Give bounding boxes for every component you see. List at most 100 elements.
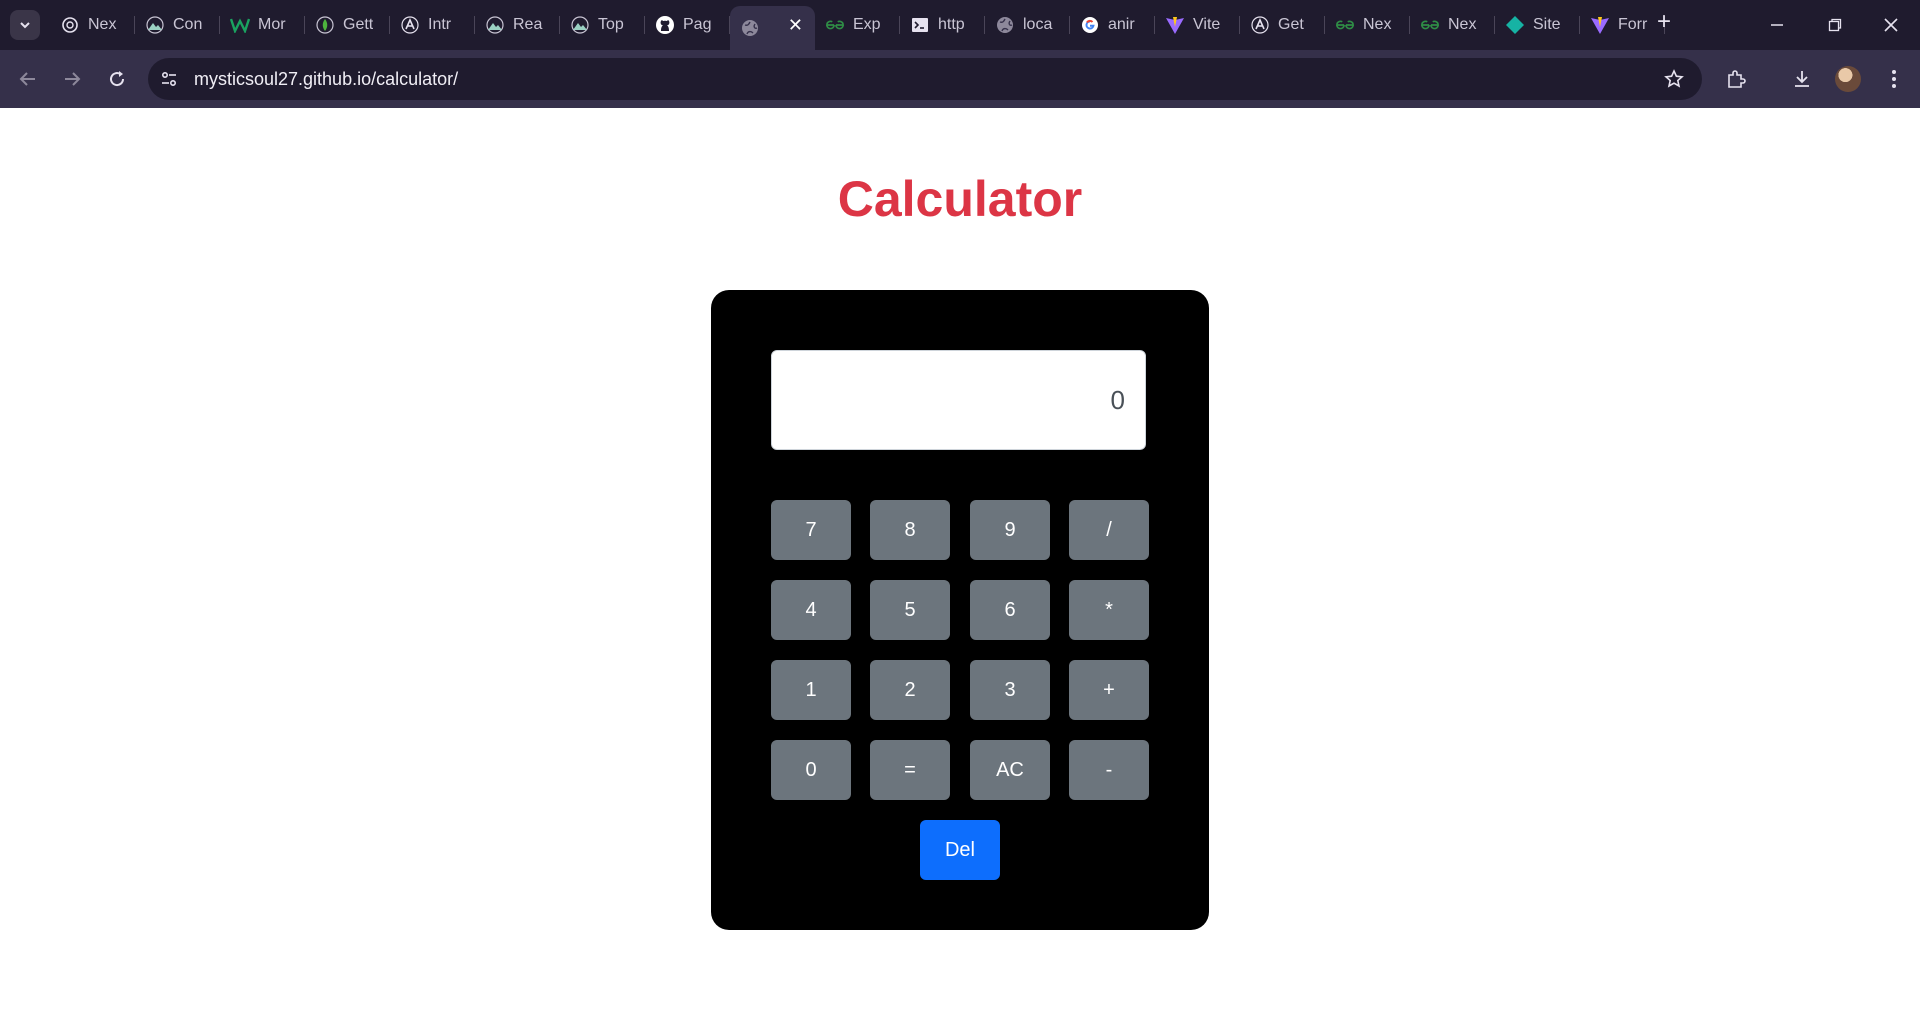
forward-button[interactable] (56, 63, 88, 95)
tab-title: loca (1023, 16, 1053, 33)
gfg-icon (1420, 15, 1440, 35)
tab-title: Gett (343, 16, 373, 33)
key-2[interactable]: 2 (870, 660, 950, 720)
tab-title: Get (1278, 16, 1304, 33)
browser-tab[interactable]: Exp (815, 6, 900, 44)
browser-tab[interactable]: Rea (475, 6, 560, 44)
download-icon[interactable] (1788, 65, 1816, 93)
browser-tab[interactable]: loca (985, 6, 1070, 44)
key-divide[interactable]: / (1069, 500, 1149, 560)
key-3[interactable]: 3 (970, 660, 1050, 720)
browser-tab[interactable]: Nex (1410, 6, 1495, 44)
address-bar[interactable]: mysticsoul27.github.io/calculator/ (148, 58, 1702, 100)
tab-title: Con (173, 16, 203, 33)
new-tab-button[interactable]: + (1650, 8, 1678, 36)
key-1[interactable]: 1 (771, 660, 851, 720)
browser-tab[interactable]: Gett (305, 6, 390, 44)
w-icon (230, 15, 250, 35)
browser-tab[interactable]: Vite (1155, 6, 1240, 44)
terminal-icon (910, 15, 930, 35)
diamond-icon (1505, 15, 1525, 35)
key-multiply[interactable]: * (1069, 580, 1149, 640)
browser-tab[interactable]: Top (560, 6, 645, 44)
tab-title: Mor (258, 16, 286, 33)
key-add[interactable]: + (1069, 660, 1149, 720)
minimize-button[interactable] (1748, 0, 1806, 50)
tab-close-icon[interactable]: ✕ (788, 15, 803, 36)
browser-tab[interactable]: Pag (645, 6, 730, 44)
restore-button[interactable] (1806, 0, 1864, 50)
tab-strip: Nex Con Mor Gett Intr Rea Top Pag ✕ Exp http loca an… (0, 0, 1920, 50)
key-delete[interactable]: Del (920, 820, 1000, 880)
google-icon (1080, 15, 1100, 35)
browser-tab[interactable]: http (900, 6, 985, 44)
gfg-icon (825, 15, 845, 35)
browser-tab[interactable]: Nex (1325, 6, 1410, 44)
openai-icon (60, 15, 80, 35)
bookmark-star-icon[interactable] (1662, 67, 1686, 91)
close-window-button[interactable] (1862, 0, 1920, 50)
a-icon (1250, 15, 1270, 35)
back-button[interactable] (12, 63, 44, 95)
browser-tab[interactable]: Mor (220, 6, 305, 44)
key-7[interactable]: 7 (771, 500, 851, 560)
restore-icon (1828, 18, 1842, 32)
reload-button[interactable] (101, 63, 133, 95)
key-0[interactable]: 0 (771, 740, 851, 800)
avatar (1835, 66, 1861, 92)
browser-tab[interactable]: Site (1495, 6, 1580, 44)
a-icon (400, 15, 420, 35)
calculator: 0 7 8 9 / 4 5 6 * 1 2 3 + 0 = AC - Del (711, 290, 1209, 930)
tab-title: Forr (1618, 16, 1648, 33)
mongodb-icon (315, 15, 335, 35)
vite-icon (1590, 15, 1610, 35)
reload-icon (110, 71, 125, 87)
github-icon (655, 15, 675, 35)
browser-tab[interactable]: Get (1240, 6, 1325, 44)
key-9[interactable]: 9 (970, 500, 1050, 560)
tab-title: Nex (1363, 16, 1392, 33)
tab-title: Vite (1193, 16, 1221, 33)
chevron-down-icon (20, 22, 30, 29)
tab-title: http (938, 16, 965, 33)
browser-tab[interactable]: Intr (390, 6, 475, 44)
key-8[interactable]: 8 (870, 500, 950, 560)
tab-title: Site (1533, 16, 1561, 33)
key-6[interactable]: 6 (970, 580, 1050, 640)
browser-toolbar: mysticsoul27.github.io/calculator/ (0, 50, 1920, 108)
arrow-left-icon (19, 72, 35, 86)
browser-tab[interactable]: ✕ (730, 6, 815, 50)
mountain-icon (570, 15, 590, 35)
calculator-display: 0 (771, 350, 1146, 450)
site-info-icon[interactable] (148, 58, 190, 100)
tab-title: Intr (428, 16, 452, 33)
page-title: Calculator (837, 171, 1083, 227)
minimize-icon (1771, 24, 1783, 26)
tab-title: Pag (683, 16, 712, 33)
menu-kebab-icon[interactable] (1880, 65, 1908, 93)
key-all-clear[interactable]: AC (970, 740, 1050, 800)
profile-avatar[interactable] (1834, 65, 1862, 93)
gfg-icon (1335, 15, 1355, 35)
browser-tab[interactable]: anir (1070, 6, 1155, 44)
tab-title: Nex (88, 16, 117, 33)
close-icon (1884, 18, 1898, 32)
tab-title: Rea (513, 16, 543, 33)
mountain-icon (145, 15, 165, 35)
tab-search-button[interactable] (10, 10, 40, 40)
arrow-right-icon (65, 72, 81, 86)
url-text[interactable]: mysticsoul27.github.io/calculator/ (194, 69, 458, 90)
browser-tab[interactable]: Nex (50, 6, 135, 44)
key-subtract[interactable]: - (1069, 740, 1149, 800)
vite-icon (1165, 15, 1185, 35)
key-equals[interactable]: = (870, 740, 950, 800)
key-5[interactable]: 5 (870, 580, 950, 640)
globe-icon (995, 15, 1015, 35)
tab-title: Nex (1448, 16, 1477, 33)
key-4[interactable]: 4 (771, 580, 851, 640)
tab-title: Top (598, 16, 624, 33)
browser-tab[interactable]: Con (135, 6, 220, 44)
tab-title: anir (1108, 16, 1135, 33)
extensions-icon[interactable] (1722, 65, 1750, 93)
tab-title: Exp (853, 16, 881, 33)
